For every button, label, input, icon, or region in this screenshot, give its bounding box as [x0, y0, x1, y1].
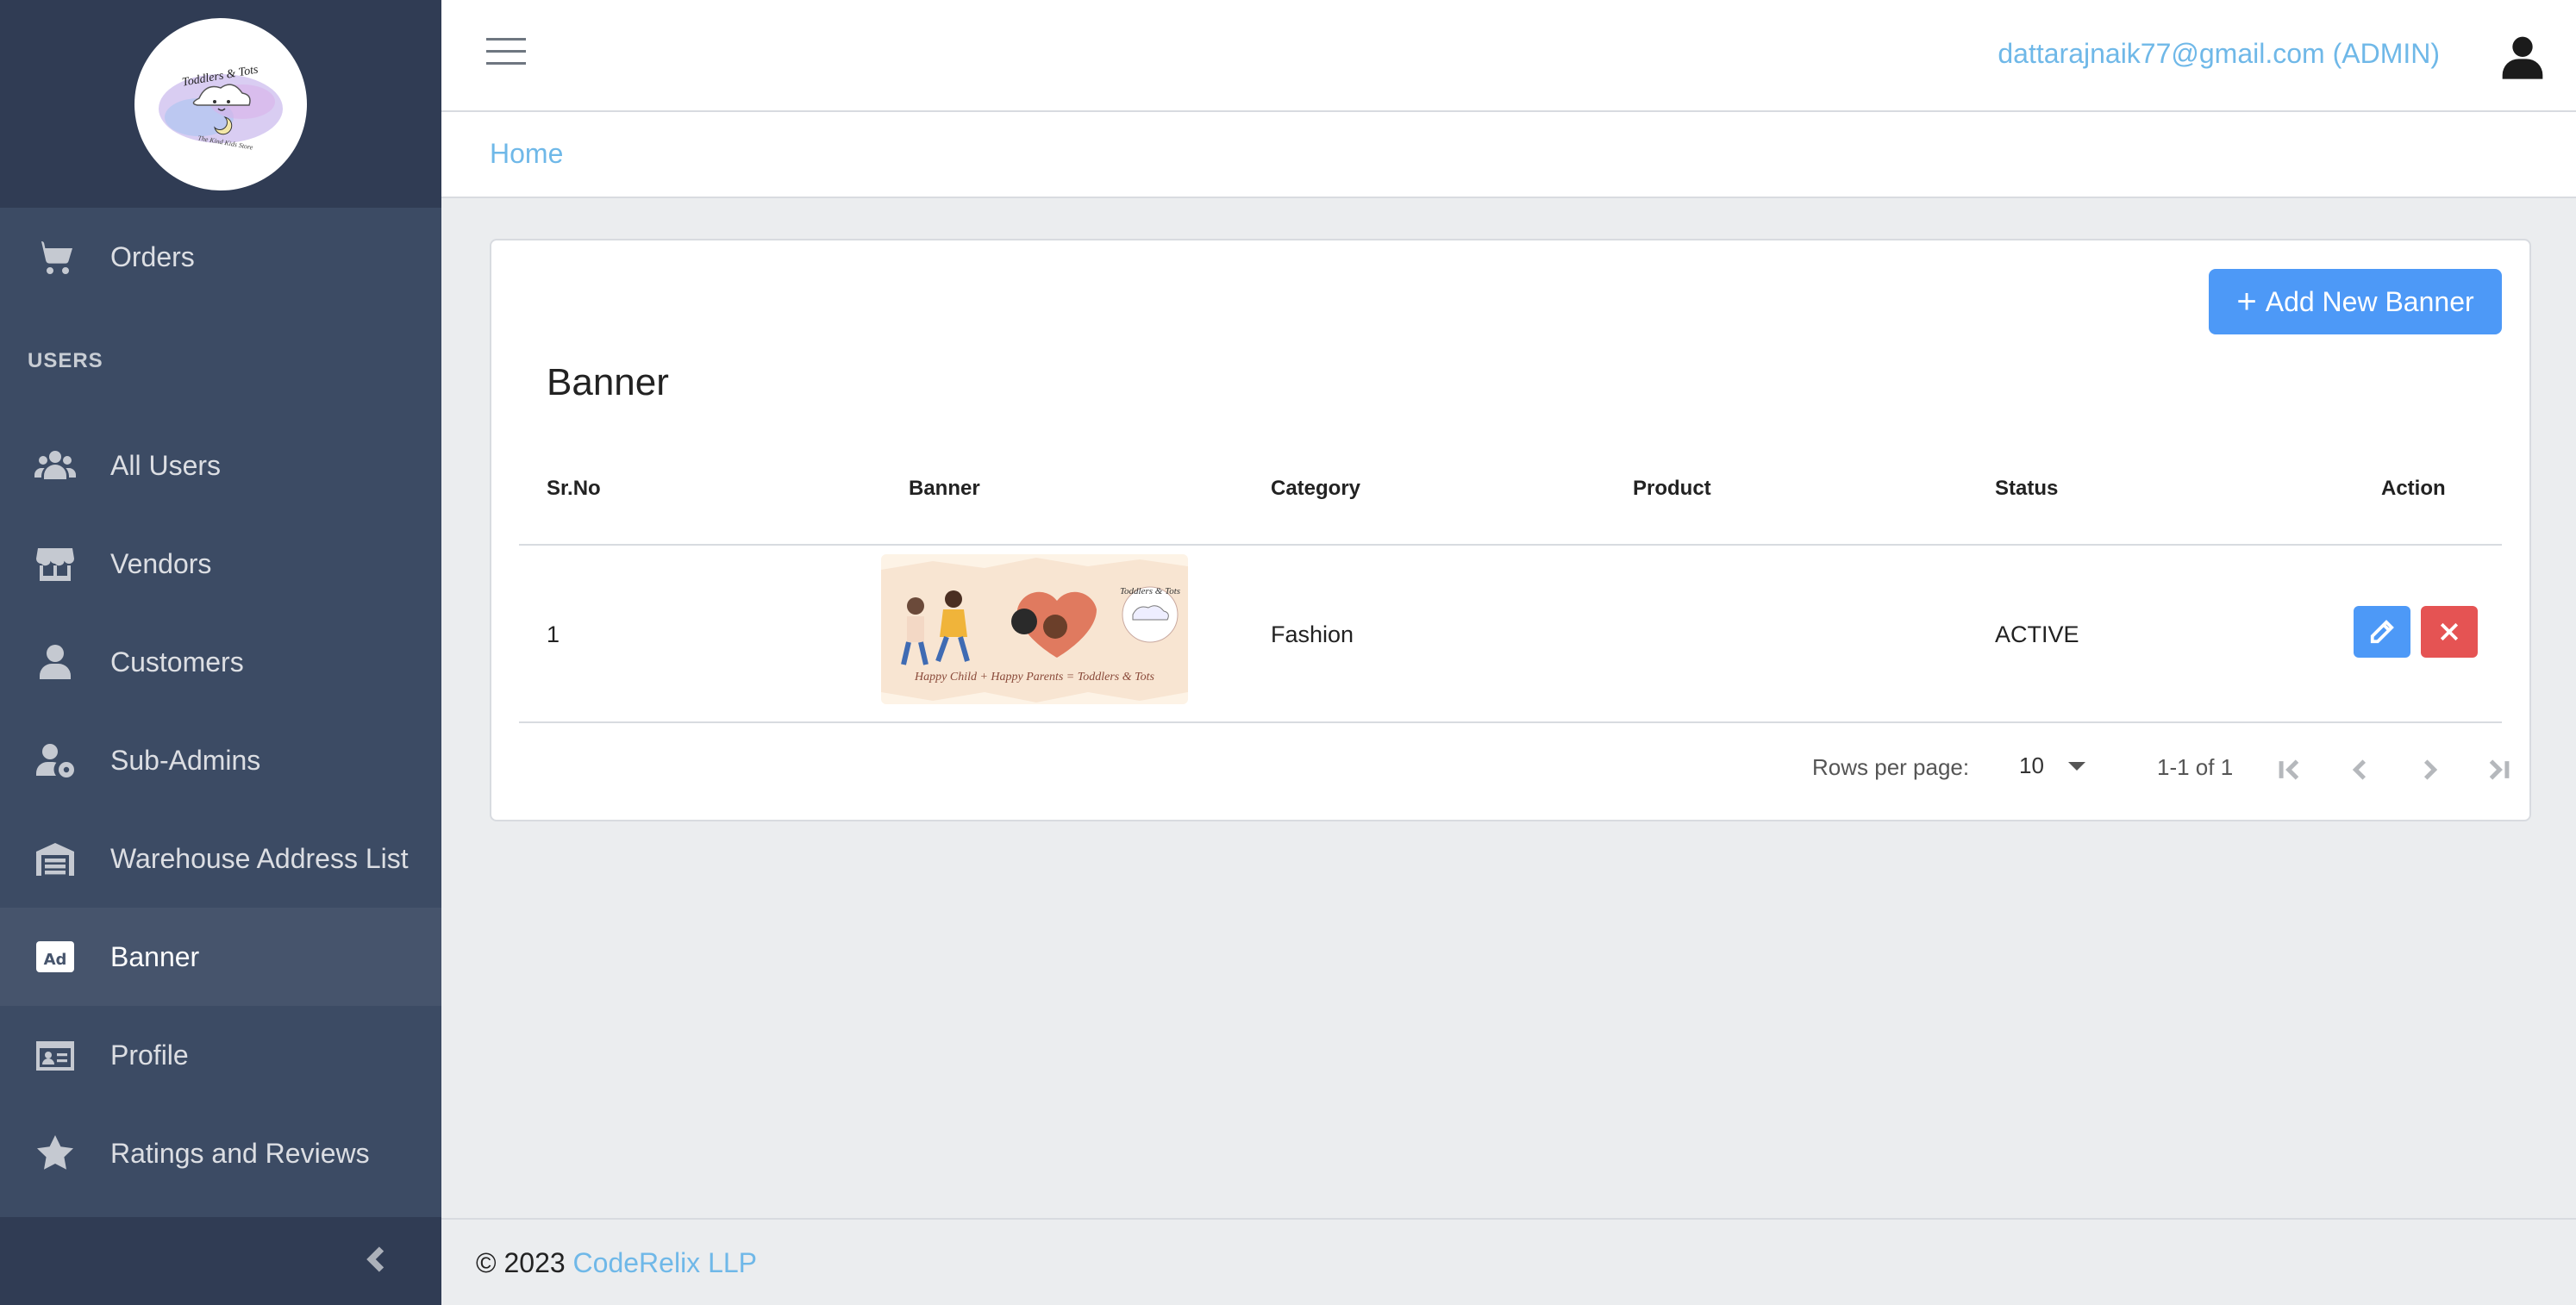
- sidebar-item-label: Profile: [110, 1039, 189, 1071]
- close-icon: [2440, 622, 2459, 641]
- table-row: 1 Toddlers & Tots Happy Child + Happy Pa…: [519, 546, 2502, 723]
- table-pagination: Rows per page: 10 1-1 of 1: [519, 723, 2510, 809]
- sidebar-brand[interactable]: Toddlers & Tots The Kind Kids Store: [0, 0, 441, 208]
- column-header-banner[interactable]: Banner: [909, 477, 980, 501]
- cell-status: ACTIVE: [1995, 621, 2079, 647]
- star-icon: [31, 1129, 79, 1177]
- breadcrumb: Home: [441, 112, 2576, 198]
- banner-table: Sr.No Banner Category Product Status Act…: [519, 439, 2510, 780]
- banner-card: + Add New Banner Banner Sr.No Banner Cat…: [490, 239, 2531, 821]
- sidebar-section-title: USERS: [28, 349, 103, 372]
- cart-icon: [31, 233, 79, 281]
- hamburger-icon-line: [486, 50, 526, 53]
- breadcrumb-home-link[interactable]: Home: [490, 138, 563, 170]
- store-icon: [31, 540, 79, 588]
- sidebar-item-label: Customers: [110, 646, 244, 677]
- user-avatar-icon: [2502, 36, 2543, 79]
- svg-text:Toddlers & Tots: Toddlers & Tots: [1120, 586, 1180, 596]
- copyright-text: © 2023: [476, 1247, 566, 1278]
- sidebar-item-ratings-and-reviews[interactable]: Ratings and Reviews: [0, 1104, 441, 1202]
- sidebar-item-all-users[interactable]: All Users: [0, 416, 441, 515]
- sidebar-item-label: Ratings and Reviews: [110, 1137, 370, 1169]
- column-header-action[interactable]: Action: [2381, 477, 2446, 501]
- menu-toggle-button[interactable]: [486, 38, 526, 72]
- sidebar-item-label: All Users: [110, 449, 222, 481]
- sidebar-item-label: Banner: [110, 940, 200, 972]
- brand-logo-image: Toddlers & Tots The Kind Kids Store: [159, 63, 283, 151]
- sidebar-item-profile[interactable]: Profile: [0, 1006, 441, 1104]
- last-page-button[interactable]: [2478, 749, 2519, 790]
- column-header-category[interactable]: Category: [1271, 477, 1360, 501]
- page-title: Banner: [547, 361, 669, 403]
- sidebar-item-label: Warehouse Address List: [110, 842, 409, 874]
- sidebar-item-label: Sub-Admins: [110, 744, 261, 776]
- user-avatar-button[interactable]: [2498, 33, 2547, 81]
- pagination-range: 1-1 of 1: [2157, 754, 2234, 780]
- pencil-icon: [2370, 620, 2394, 644]
- column-header-product[interactable]: Product: [1633, 477, 1711, 501]
- first-page-icon: [2279, 759, 2299, 780]
- id-card-icon: [31, 1031, 79, 1079]
- rows-per-page-select[interactable]: 10: [2019, 752, 2085, 779]
- sidebar: Toddlers & Tots The Kind Kids Store Orde…: [0, 0, 441, 1305]
- last-page-icon: [2489, 759, 2510, 780]
- banner-thumbnail: Toddlers & Tots Happy Child + Happy Pare…: [881, 554, 1188, 704]
- sidebar-item-sub-admins[interactable]: Sub-Admins: [0, 711, 441, 809]
- hamburger-icon-line: [486, 62, 526, 65]
- caret-down-icon: [2067, 761, 2085, 771]
- cell-category: Fashion: [1271, 621, 1354, 647]
- plus-icon: +: [2236, 283, 2257, 321]
- users-icon: [31, 441, 79, 490]
- rows-per-page-value: 10: [2019, 752, 2044, 778]
- edit-button[interactable]: [2354, 606, 2410, 658]
- warehouse-icon: [31, 834, 79, 883]
- sidebar-minimizer[interactable]: [0, 1217, 441, 1305]
- svg-text:Ad: Ad: [44, 951, 67, 969]
- add-new-banner-label: Add New Banner: [2265, 285, 2474, 317]
- brand-logo: Toddlers & Tots The Kind Kids Store: [134, 17, 307, 190]
- hamburger-icon: [486, 38, 526, 41]
- sidebar-item-label: Orders: [110, 240, 195, 272]
- banner-thumbnail-caption: Happy Child + Happy Parents = Toddlers &…: [914, 671, 1154, 684]
- sidebar-item-warehouse-address-list[interactable]: Warehouse Address List: [0, 809, 441, 908]
- column-header-sr-no[interactable]: Sr.No: [547, 477, 601, 501]
- add-new-banner-button[interactable]: + Add New Banner: [2209, 269, 2502, 334]
- user-gear-icon: [31, 736, 79, 784]
- chevron-right-icon: [2423, 759, 2438, 780]
- user-icon: [31, 638, 79, 686]
- cell-sr-no: 1: [547, 621, 560, 647]
- sidebar-item-orders[interactable]: Orders: [0, 208, 441, 306]
- sidebar-item-label: Vendors: [110, 547, 212, 579]
- delete-button[interactable]: [2421, 606, 2478, 658]
- sidebar-item-vendors[interactable]: Vendors: [0, 515, 441, 613]
- next-page-button[interactable]: [2409, 749, 2450, 790]
- sidebar-nav: Orders USERS All Users Vendors Customers: [0, 208, 441, 1202]
- first-page-button[interactable]: [2269, 749, 2310, 790]
- column-header-status[interactable]: Status: [1995, 477, 2058, 501]
- previous-page-button[interactable]: [2340, 749, 2381, 790]
- ad-icon: Ad: [31, 933, 79, 981]
- table-header: Sr.No Banner Category Product Status Act…: [519, 439, 2502, 546]
- chevron-left-icon: [362, 1244, 393, 1279]
- chevron-left-icon: [2352, 759, 2367, 780]
- sidebar-item-banner[interactable]: Ad Banner: [0, 908, 441, 1006]
- sidebar-item-customers[interactable]: Customers: [0, 613, 441, 711]
- company-link[interactable]: CodeRelix LLP: [573, 1247, 757, 1278]
- footer: © 2023 CodeRelix LLP: [441, 1218, 2576, 1305]
- user-email-link[interactable]: dattarajnaik77@gmail.com (ADMIN): [1998, 38, 2440, 70]
- rows-per-page-label: Rows per page:: [1812, 754, 1970, 780]
- top-header: dattarajnaik77@gmail.com (ADMIN): [441, 0, 2576, 112]
- footer-copyright: © 2023 CodeRelix LLP: [476, 1247, 757, 1279]
